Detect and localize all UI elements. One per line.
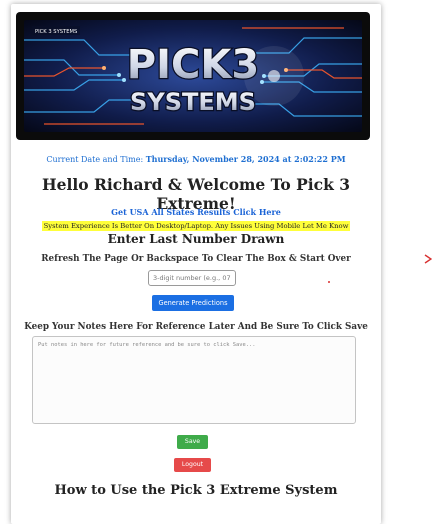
mobile-warning: System Experience Is Better On Desktop/L… (41, 221, 351, 231)
banner-image: PICK 3 SYSTEMS PICK3 SYSTEMS (24, 20, 362, 132)
banner-title-line1: PICK3 (127, 42, 259, 88)
refresh-instruction: Refresh The Page Or Backspace To Clear T… (41, 254, 351, 264)
main-card: PICK 3 SYSTEMS PICK3 SYSTEMS Current Dat… (11, 4, 381, 524)
logout-button[interactable]: Logout (174, 458, 211, 472)
datetime-label: Current Date and Time: (46, 155, 146, 164)
banner-small-label: PICK 3 SYSTEMS (35, 29, 77, 35)
enter-number-heading: Enter Last Number Drawn (107, 232, 285, 246)
cursor-dot (328, 281, 330, 283)
datetime-line: Current Date and Time: Thursday, Novembe… (11, 154, 381, 164)
red-arrow-icon (424, 254, 432, 264)
notes-textarea[interactable] (32, 336, 356, 424)
notes-heading: Keep Your Notes Here For Reference Later… (24, 322, 368, 332)
warning-row: System Experience Is Better On Desktop/L… (11, 213, 381, 232)
circuit-logo-graphic: PICK 3 SYSTEMS PICK3 SYSTEMS (24, 20, 362, 132)
generate-predictions-button[interactable]: Generate Predictions (152, 295, 234, 311)
banner: PICK 3 SYSTEMS PICK3 SYSTEMS (16, 12, 370, 140)
datetime-value: Thursday, November 28, 2024 at 2:02:22 P… (145, 154, 346, 164)
banner-title-line2: SYSTEMS (130, 88, 256, 116)
save-button[interactable]: Save (177, 435, 208, 449)
howto-heading: How to Use the Pick 3 Extreme System (54, 483, 338, 498)
number-input[interactable] (148, 270, 236, 286)
